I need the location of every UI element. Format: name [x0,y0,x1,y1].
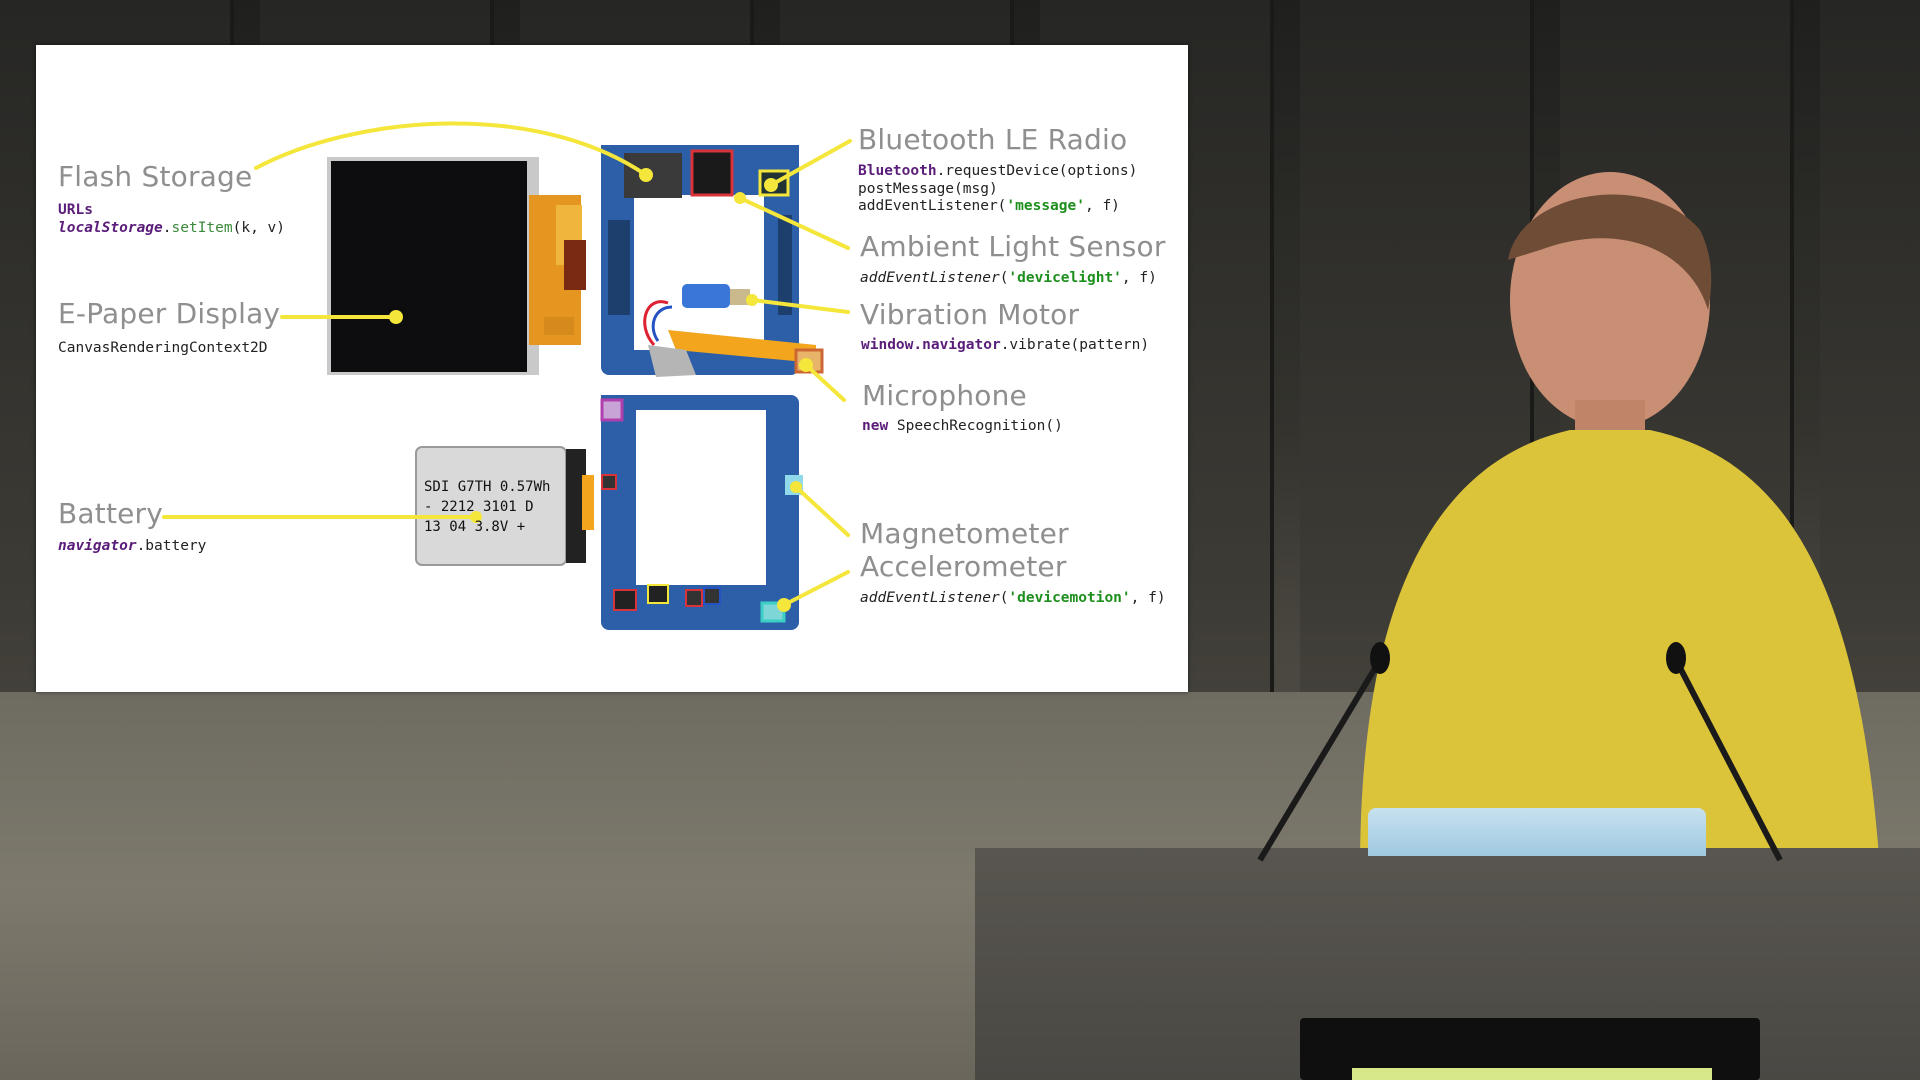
confidence-monitor-screen [1352,1068,1712,1080]
code-keyword: Bluetooth [858,163,937,179]
microphone-label: Microphone [862,379,1027,412]
bluetooth-code: Bluetooth.requestDevice(options) postMes… [858,163,1137,216]
code-args: (k, v) [232,219,285,236]
lower-board-photo [600,395,803,630]
microphone-code: new SpeechRecognition() [862,418,1063,436]
video-frame: Flash Storage URLs localStorage.setItem(… [0,0,1920,1080]
flash-urls-text: URLs [58,202,93,218]
projected-slide: Flash Storage URLs localStorage.setItem(… [36,45,1188,692]
epaper-display-code: CanvasRenderingContext2D [58,340,268,356]
magnetometer-label: Magnetometer [860,517,1069,550]
code-string: 'devicelight' [1008,270,1122,286]
code-rest: SpeechRecognition() [888,418,1063,434]
microphones [1257,642,1783,862]
battery-code: navigator.battery [58,538,206,556]
epaper-display-photo [327,157,586,375]
code-keyword: localStorage [58,219,163,236]
code-line: , f) [1084,198,1120,214]
code-function: addEventListener [860,270,1000,286]
ambient-light-code: addEventListener('devicelight', f) [860,270,1157,288]
code-rest: .vibrate(pattern) [1000,337,1150,353]
code-string: 'devicemotion' [1008,590,1131,606]
microphone-head [1370,642,1390,674]
code-rest: .battery [136,538,207,554]
accelerometer-label: Accelerometer [860,550,1067,583]
vibration-motor-label: Vibration Motor [860,298,1080,331]
bluetooth-label: Bluetooth LE Radio [858,123,1128,156]
code-keyword: window.navigator [861,337,1001,353]
code-line: addEventListener( [858,198,1007,214]
epaper-display-label: E-Paper Display [58,297,281,330]
vibration-motor-code: window.navigator.vibrate(pattern) [861,337,1149,355]
code-args: , f) [1130,590,1166,606]
battery-sticker-text: SDI G7TH 0.57Wh - 2212 3101 D 13 04 3.8V… [424,479,551,535]
ambient-light-label: Ambient Light Sensor [860,230,1166,263]
accelerometer-code: addEventListener('devicemotion', f) [860,590,1166,608]
battery-label: Battery [58,497,164,530]
flash-storage-label: Flash Storage [58,160,253,193]
code-args: , f) [1121,270,1157,286]
code-function: addEventListener [860,590,1000,606]
code-rest: .requestDevice(options) [936,163,1138,179]
code-string: 'message' [1006,198,1085,214]
code-line: postMessage(msg) [858,180,998,197]
code-dot: . [162,219,172,236]
code-keyword: new [862,418,889,434]
code-function: setItem [171,219,233,236]
microphone-head [1666,642,1686,674]
code-keyword: navigator [58,538,137,554]
flash-storage-code: URLs localStorage.setItem(k, v) [58,202,285,237]
